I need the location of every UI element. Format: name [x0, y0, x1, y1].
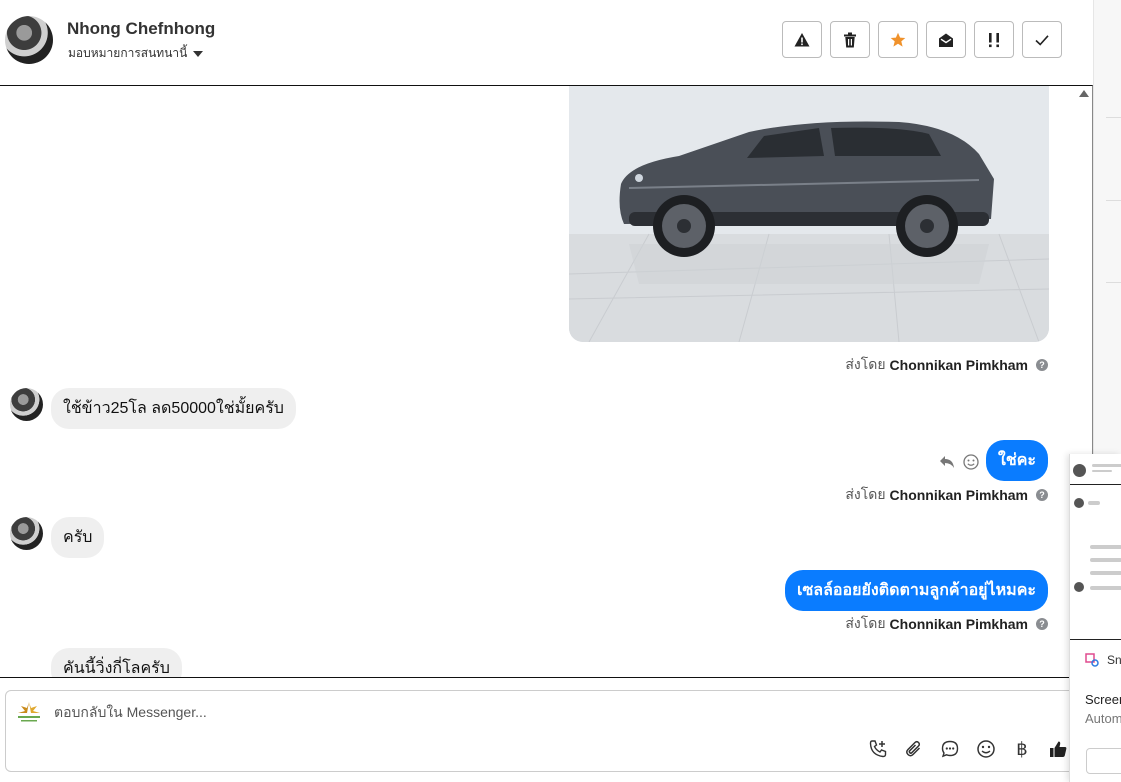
sent-by-label: ส่งโดย Chonnikan Pimkham ?: [845, 613, 1048, 635]
assign-label: มอบหมายการสนทนานี้: [68, 46, 188, 60]
screenshot-notification[interactable]: Screer Autom: [1085, 690, 1121, 728]
snipping-tool-label[interactable]: Sn: [1085, 653, 1121, 667]
caret-down-icon: [193, 50, 204, 57]
envelope-open-icon: [939, 33, 953, 47]
delete-button[interactable]: [830, 21, 870, 58]
sent-by-prefix: ส่งโดย: [845, 486, 886, 502]
reply-icon[interactable]: [939, 455, 955, 469]
warning-icon: [794, 32, 810, 46]
divider: [1106, 282, 1121, 283]
conversation-toolbar: [782, 21, 1062, 58]
help-icon[interactable]: ?: [1036, 359, 1048, 371]
incoming-message[interactable]: คันนี้วิ่งกี่โลครับ: [51, 648, 182, 677]
sent-by-label: ส่งโดย Chonnikan Pimkham ?: [845, 484, 1048, 506]
page-logo: [18, 702, 40, 722]
message-actions: [939, 454, 979, 470]
incoming-message[interactable]: ครับ: [51, 517, 105, 558]
inbox-conversation: Nhong Chefnhong มอบหมายการสนทนานี้ ส่งโด…: [0, 0, 1121, 782]
attach-icon[interactable]: [903, 738, 925, 760]
agent-name: Chonnikan Pimkham: [889, 487, 1028, 503]
preview-divider: [1070, 484, 1121, 485]
incoming-message[interactable]: ใช้ข้าว25โล ลด50000ใช่มั้ยครับ: [51, 388, 296, 429]
sent-by-prefix: ส่งโดย: [845, 615, 886, 631]
check-icon: [1035, 34, 1049, 46]
reply-composer: ฿: [5, 690, 1080, 772]
preview-line: [1092, 464, 1121, 467]
baht-glyph: ฿: [1016, 738, 1028, 759]
sent-by-label: ส่งโดย Chonnikan Pimkham ?: [845, 354, 1048, 376]
star-button[interactable]: [878, 21, 918, 58]
emoji-react-icon[interactable]: [963, 454, 979, 470]
divider: [1106, 117, 1121, 118]
preview-divider: [1070, 639, 1121, 640]
help-icon[interactable]: ?: [1036, 618, 1048, 630]
car-photo-attachment[interactable]: [569, 86, 1049, 342]
divider: [1106, 200, 1121, 201]
spam-button[interactable]: [782, 21, 822, 58]
scroll-up-arrow[interactable]: [1079, 90, 1089, 97]
agent-name: Chonnikan Pimkham: [889, 357, 1028, 373]
preview-line: [1088, 501, 1100, 505]
reply-input[interactable]: [54, 704, 854, 720]
sent-by-prefix: ส่งโดย: [845, 356, 886, 372]
contact-avatar-small: [10, 388, 43, 421]
notification-action-button[interactable]: [1086, 748, 1121, 774]
preview-line: [1092, 470, 1112, 472]
follow-up-button[interactable]: [974, 21, 1014, 58]
snipping-tool-icon: [1085, 653, 1099, 667]
screenshot-title: Screer: [1085, 692, 1121, 707]
snipping-tool-text: Sn: [1107, 653, 1121, 667]
screenshot-preview-panel[interactable]: [1069, 454, 1121, 782]
composer-actions: ฿: [867, 738, 1069, 760]
add-call-icon[interactable]: [867, 738, 889, 760]
emoji-icon[interactable]: [975, 738, 997, 760]
preview-avatar: [1074, 582, 1084, 592]
preview-avatar: [1073, 464, 1086, 477]
message-thread[interactable]: ส่งโดย Chonnikan Pimkham ? ใช้ข้าว25โล ล…: [0, 85, 1093, 678]
preview-line: [1090, 586, 1121, 590]
preview-line: [1090, 545, 1121, 549]
mark-unread-button[interactable]: [926, 21, 966, 58]
contact-avatar[interactable]: [5, 16, 53, 64]
like-icon[interactable]: [1047, 738, 1069, 760]
saved-replies-icon[interactable]: [939, 738, 961, 760]
car-photo: [569, 86, 1049, 342]
conversation-header: Nhong Chefnhong มอบหมายการสนทนานี้: [0, 0, 1093, 85]
done-button[interactable]: [1022, 21, 1062, 58]
trash-icon: [844, 32, 856, 47]
preview-line: [1090, 558, 1121, 562]
baht-icon[interactable]: ฿: [1011, 738, 1033, 760]
contact-name[interactable]: Nhong Chefnhong: [67, 19, 215, 39]
agent-name: Chonnikan Pimkham: [889, 616, 1028, 632]
preview-line: [1090, 571, 1121, 575]
screenshot-subtitle: Autom: [1085, 711, 1121, 726]
outgoing-message[interactable]: เซลล์ออยยังติดตามลูกค้าอยู่ไหมคะ: [784, 570, 1048, 611]
star-icon: [890, 32, 906, 47]
important-icon: [989, 32, 999, 47]
help-icon[interactable]: ?: [1036, 489, 1048, 501]
outgoing-message[interactable]: ใช่คะ: [986, 440, 1048, 481]
preview-avatar: [1074, 498, 1084, 508]
contact-avatar-small: [10, 517, 43, 550]
assign-conversation-dropdown[interactable]: มอบหมายการสนทนานี้: [68, 44, 204, 63]
